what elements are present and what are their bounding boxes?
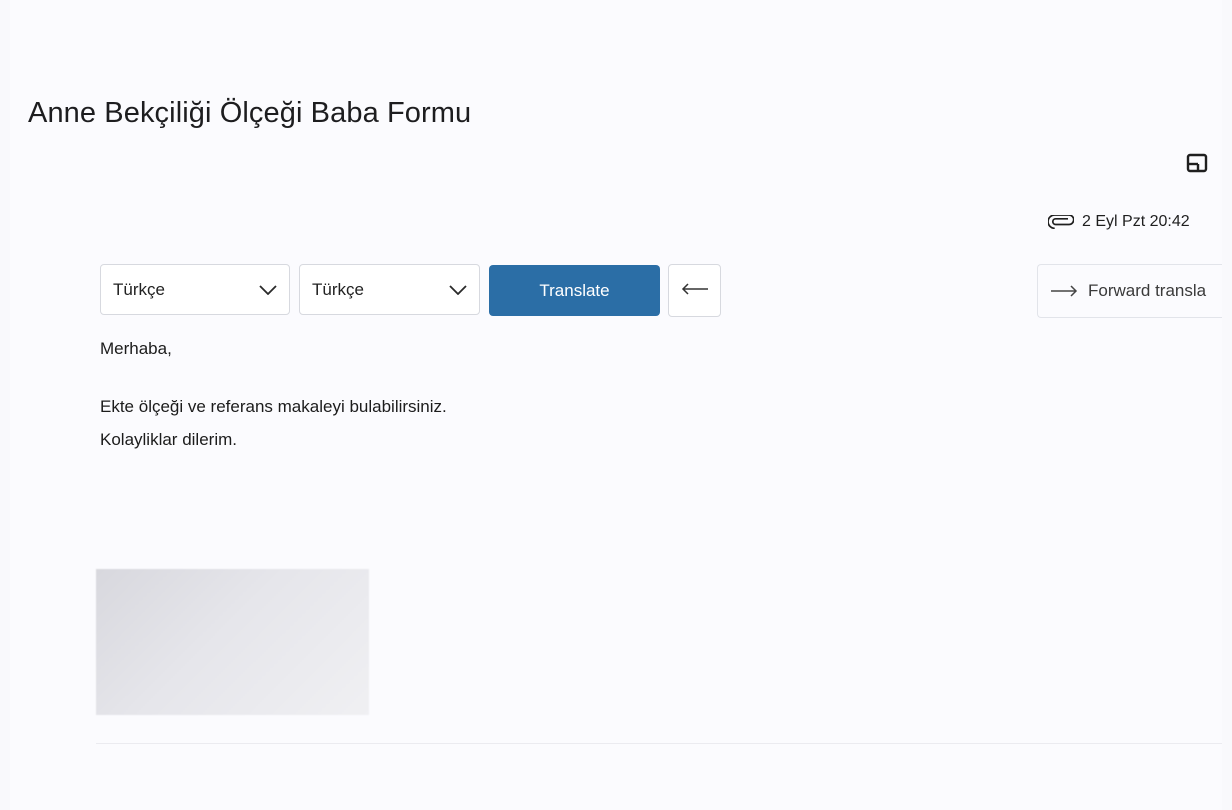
target-language-value: Türkçe	[312, 279, 364, 299]
chevron-down-icon	[449, 281, 467, 299]
arrow-right-icon	[1050, 284, 1078, 298]
email-body-line: Ekte ölçeği ve referans makaleyi bulabil…	[100, 397, 447, 416]
chevron-down-icon	[259, 281, 277, 299]
arrow-left-icon	[681, 282, 709, 300]
popout-button[interactable]	[1184, 152, 1210, 178]
email-greeting: Merhaba,	[100, 339, 172, 358]
email-meta: 2 Eyl Pzt 20:42	[1048, 213, 1190, 231]
paperclip-icon	[1048, 214, 1074, 230]
back-button[interactable]	[668, 264, 721, 317]
attachment-preview[interactable]	[96, 569, 369, 715]
email-date: 2 Eyl Pzt 20:42	[1082, 213, 1190, 230]
email-body-line: Kolayliklar dilerim.	[100, 430, 237, 449]
email-subject: Anne Bekçiliği Ölçeği Baba Formu	[28, 97, 472, 129]
source-language-select[interactable]: Türkçe	[100, 264, 290, 315]
forward-translation-button[interactable]: Forward transla	[1037, 264, 1222, 318]
divider	[96, 743, 1222, 744]
forward-translation-label: Forward transla	[1088, 281, 1207, 300]
translate-button[interactable]: Translate	[489, 265, 660, 316]
target-language-select[interactable]: Türkçe	[299, 264, 480, 315]
open-in-new-window-icon	[1186, 153, 1208, 178]
source-language-value: Türkçe	[113, 279, 165, 299]
email-reading-pane: Anne Bekçiliği Ölçeği Baba Formu 2 Eyl P…	[10, 0, 1222, 810]
